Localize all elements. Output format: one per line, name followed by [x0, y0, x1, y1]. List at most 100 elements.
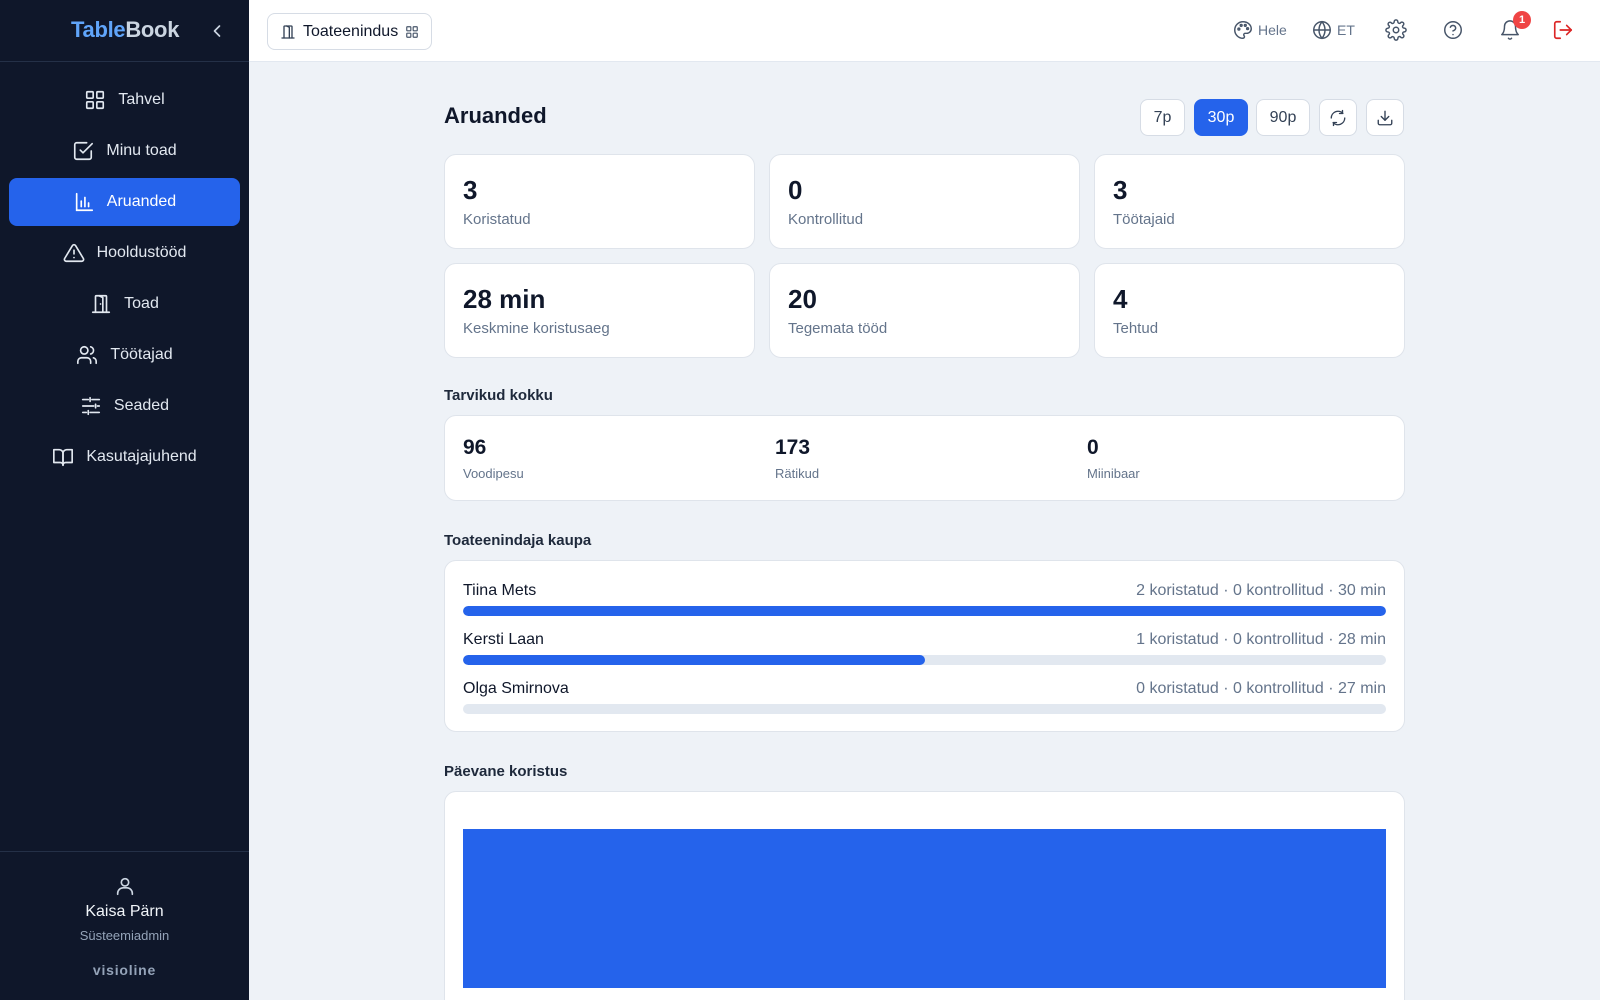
sidebar-item-label: Minu toad: [106, 142, 177, 159]
user-icon[interactable]: [114, 875, 136, 897]
daily-bar: [463, 829, 1386, 988]
supply-value: 0: [1087, 436, 1099, 459]
theme-toggle-button[interactable]: Hele: [1232, 19, 1287, 41]
sidebar-item-label: Kasutajajuhend: [86, 448, 197, 465]
footer-logo: visioline: [92, 962, 157, 978]
worker-name: Olga Smirnova: [463, 680, 569, 697]
topbar: Toateenindus Hele ET 1: [249, 0, 1600, 62]
range-90d-button[interactable]: 90p: [1256, 99, 1310, 136]
sidebar-user-panel: Kaisa Pärn Süsteemiadmin visioline: [0, 851, 249, 1000]
department-switcher-button[interactable]: Toateenindus: [267, 13, 433, 50]
user-name: Kaisa Pärn: [85, 903, 164, 920]
worker-progress-track: [463, 606, 1386, 616]
sidebar-item-seaded[interactable]: Seaded: [9, 382, 240, 430]
worker-progress-track: [463, 704, 1386, 714]
range-30d-button[interactable]: 30p: [1194, 99, 1248, 136]
help-circle-icon: [1444, 21, 1462, 39]
door-icon: [92, 294, 111, 314]
chevron-left-icon: [213, 25, 221, 37]
brand-logo[interactable]: TableBook: [71, 17, 179, 43]
worker-row: Olga Smirnova 0 koristatud · 0 kontrolli…: [463, 680, 1386, 720]
sidebar: TableBook Tahvel Minu toad Aruanded Hool…: [0, 0, 249, 1000]
user-role: Süsteemiadmin: [79, 928, 170, 943]
brand-part-1: Table: [71, 17, 126, 42]
grid-icon: [86, 90, 105, 110]
sidebar-item-tootajad[interactable]: Töötajad: [9, 331, 240, 379]
worker-stats: 2 koristatud · 0 kontrollitud · 30 min: [1136, 582, 1386, 599]
stat-label: Koristatud: [463, 211, 531, 228]
sidebar-item-label: Toad: [124, 295, 159, 312]
sidebar-item-kasutajajuhend[interactable]: Kasutajajuhend: [9, 433, 240, 481]
sidebar-item-aruanded[interactable]: Aruanded: [9, 178, 240, 226]
stat-label: Töötajaid: [1113, 211, 1175, 228]
supplies-card: 96 Voodipesu 173 Rätikud 0 Miinibaar: [444, 415, 1405, 501]
worker-progress-track: [463, 655, 1386, 665]
stat-label: Tehtud: [1113, 320, 1159, 337]
globe-icon: [1313, 20, 1331, 40]
help-button[interactable]: [1442, 19, 1464, 41]
stat-card-checked: 0 Kontrollitud: [769, 154, 1080, 249]
supplies-section-title: Tarvikud kokku: [444, 387, 553, 404]
stat-value: 3: [463, 175, 478, 205]
worker-row: Tiina Mets 2 koristatud · 0 kontrollitud…: [463, 582, 1386, 622]
sidebar-item-toad[interactable]: Toad: [9, 280, 240, 328]
daily-section-title: Päevane koristus: [444, 763, 568, 780]
gear-icon: [1385, 19, 1407, 41]
department-label: Toateenindus: [303, 22, 399, 40]
theme-label: Hele: [1258, 22, 1287, 38]
supply-label: Rätikud: [775, 466, 820, 481]
worker-progress-fill: [463, 655, 925, 665]
notification-badge: 1: [1513, 11, 1531, 29]
sidebar-item-label: Seaded: [113, 397, 170, 414]
check-square-icon: [74, 141, 94, 161]
stat-label: Tegemata tööd: [788, 320, 888, 337]
collapse-sidebar-button[interactable]: [207, 21, 227, 41]
range-7d-button[interactable]: 7p: [1140, 99, 1185, 136]
worker-name: Tiina Mets: [463, 582, 537, 599]
stat-card-employees: 3 Töötajaid: [1094, 154, 1405, 249]
worker-row: Kersti Laan 1 koristatud · 0 kontrollitu…: [463, 631, 1386, 671]
logout-button[interactable]: [1552, 19, 1574, 41]
warning-triangle-icon: [63, 243, 84, 263]
notifications-button[interactable]: 1: [1499, 11, 1531, 41]
refresh-button[interactable]: [1319, 99, 1357, 136]
palette-icon: [1234, 21, 1252, 39]
grid-icon: [406, 25, 419, 38]
worker-stats: 1 koristatud · 0 kontrollitud · 28 min: [1136, 631, 1386, 648]
language-label: ET: [1337, 22, 1355, 38]
daily-cleaning-chart: [463, 829, 1386, 988]
language-button[interactable]: ET: [1311, 19, 1355, 41]
stat-value: 4: [1113, 284, 1128, 314]
supply-label: Voodipesu: [463, 466, 524, 481]
door-icon: [281, 24, 295, 39]
stat-card-avg-time: 28 min Keskmine koristusaeg: [444, 263, 755, 358]
brand-part-2: Book: [125, 17, 180, 42]
supply-value: 96: [463, 436, 487, 459]
sidebar-item-label: Töötajad: [110, 346, 173, 363]
refresh-icon: [1330, 109, 1346, 126]
bar-chart-icon: [75, 192, 93, 212]
sidebar-item-minu-toad[interactable]: Minu toad: [9, 127, 240, 175]
stat-value: 20: [788, 284, 817, 314]
settings-button[interactable]: [1385, 19, 1407, 41]
logout-icon: [1553, 20, 1573, 40]
worker-progress-fill: [463, 606, 1386, 616]
sidebar-item-label: Aruanded: [106, 193, 177, 210]
book-icon: [53, 448, 74, 467]
supply-value: 173: [775, 436, 811, 459]
sidebar-item-tahvel[interactable]: Tahvel: [9, 76, 240, 124]
stat-card-pending-tasks: 20 Tegemata tööd: [769, 263, 1080, 358]
worker-name: Kersti Laan: [463, 631, 544, 648]
download-button[interactable]: [1366, 99, 1404, 136]
sidebar-item-label: Hooldustööd: [96, 244, 187, 261]
workers-card: Tiina Mets 2 koristatud · 0 kontrollitud…: [444, 560, 1405, 732]
sidebar-item-hooldustood[interactable]: Hooldustööd: [9, 229, 240, 277]
sidebar-header: TableBook: [0, 0, 249, 62]
download-icon: [1377, 110, 1393, 125]
stat-value: 28 min: [463, 284, 546, 314]
stat-label: Keskmine koristusaeg: [463, 320, 610, 337]
supply-label: Miinibaar: [1087, 466, 1140, 481]
stat-label: Kontrollitud: [788, 211, 864, 228]
sidebar-item-label: Tahvel: [118, 91, 165, 108]
daily-chart-card: [444, 791, 1405, 1000]
